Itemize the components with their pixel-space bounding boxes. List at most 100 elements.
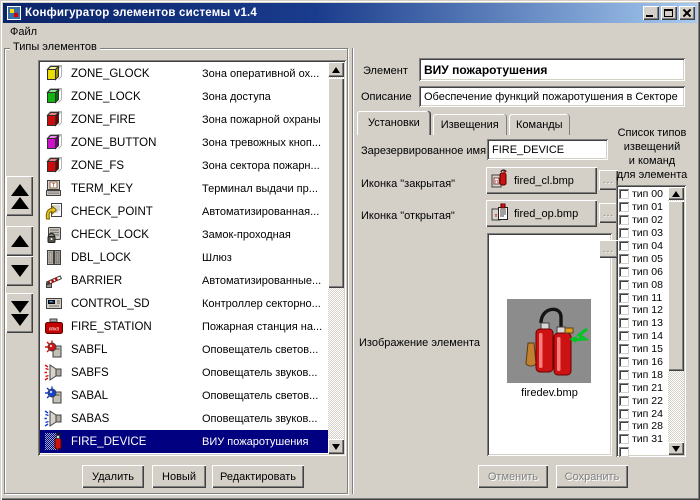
type-item-9[interactable]: тип 12: [619, 304, 668, 317]
element-name-field[interactable]: ВИУ пожаротушения: [419, 58, 685, 81]
window-title: Конфигуратор элементов системы v1.4: [25, 7, 258, 19]
description-field[interactable]: Обеспечение функций пожаротушения в Сект…: [419, 86, 685, 107]
list-item-sabfl[interactable]: SABFL Оповещатель светов...: [40, 338, 328, 361]
list-item-zone_fire[interactable]: ZONE_FIRE Зона пожарной охраны: [40, 108, 328, 131]
checkbox-icon[interactable]: [619, 331, 629, 342]
scroll-up-button[interactable]: [328, 62, 344, 77]
scroll-down-button[interactable]: [328, 439, 344, 454]
checkbox-icon[interactable]: [619, 408, 629, 419]
checkbox-icon[interactable]: [619, 228, 629, 239]
type-item-14[interactable]: тип 18: [619, 368, 668, 381]
list-item-check_point[interactable]: CHECK_POINT Автоматизированная...: [40, 200, 328, 223]
checkbox-icon[interactable]: [619, 447, 629, 457]
scrollbar-thumb[interactable]: [328, 78, 344, 288]
icon-closed-field[interactable]: п fired_cl.bmp: [486, 167, 597, 194]
list-item-control_sd[interactable]: CONTROL_SD Контроллер секторно...: [40, 292, 328, 315]
checkbox-icon[interactable]: [619, 382, 629, 393]
list-item-zone_fs[interactable]: ZONE_FS Зона сектора пожарн...: [40, 154, 328, 177]
list-item-sabfs[interactable]: SABFS Оповещатель звуков...: [40, 361, 328, 384]
types-scroll-down-button[interactable]: [668, 442, 684, 455]
icon-open-filename: fired_op.bmp: [514, 207, 579, 220]
menu-item-file[interactable]: Файл: [3, 24, 44, 40]
type-item-16[interactable]: тип 22: [619, 394, 668, 407]
checkbox-icon[interactable]: [619, 215, 629, 226]
element-type-list: ZONE_GLOCK Зона оперативной ох... ZONE_LO…: [38, 60, 346, 456]
up-arrow-icon: [10, 235, 29, 247]
type-item-12[interactable]: тип 15: [619, 343, 668, 356]
edit-button[interactable]: Редактировать: [212, 465, 304, 488]
type-item-3[interactable]: тип 03: [619, 227, 668, 240]
maximize-button[interactable]: [661, 6, 677, 20]
list-item-check_lock[interactable]: CHECK_LOCK Замок-проходная: [40, 223, 328, 246]
types-scrollbar[interactable]: [668, 187, 684, 455]
list-item-fire_station[interactable]: япкп FIRE_STATION Пожарная станция на...: [40, 315, 328, 338]
list-item-fire_device[interactable]: FIRE_DEVICE ВИУ пожаротушения: [40, 430, 328, 453]
type-item-19[interactable]: тип 31: [619, 433, 668, 446]
type-item-7[interactable]: тип 08: [619, 278, 668, 291]
checkbox-icon[interactable]: [619, 279, 629, 290]
delete-button[interactable]: Удалить: [82, 465, 144, 488]
type-item-label: тип 22: [632, 394, 663, 407]
move-down-button[interactable]: [6, 256, 33, 286]
element-type-name: ZONE_GLOCK: [71, 67, 150, 80]
checkbox-icon[interactable]: [619, 369, 629, 380]
close-button[interactable]: [679, 6, 695, 20]
types-scrollbar-thumb[interactable]: [668, 201, 684, 371]
type-item-label: тип 31: [632, 433, 663, 446]
tab-settings[interactable]: Установки: [357, 111, 431, 135]
type-item-2[interactable]: тип 02: [619, 214, 668, 227]
type-item-0[interactable]: тип 00: [619, 188, 668, 201]
save-button[interactable]: Сохранить: [556, 465, 628, 488]
checkbox-icon[interactable]: [619, 202, 629, 213]
list-item-sabas[interactable]: SABAS Оповещатель звуков...: [40, 407, 328, 430]
type-item-17[interactable]: тип 24: [619, 407, 668, 420]
type-item-10[interactable]: тип 13: [619, 317, 668, 330]
type-item-1[interactable]: тип 01: [619, 201, 668, 214]
type-item-15[interactable]: тип 21: [619, 381, 668, 394]
checkbox-icon[interactable]: [619, 189, 629, 200]
checkbox-icon[interactable]: [619, 292, 629, 303]
cancel-button[interactable]: Отменить: [478, 465, 548, 488]
list-item-sabal[interactable]: SABAL Оповещатель светов...: [40, 384, 328, 407]
lamp-blue-icon: [43, 386, 64, 406]
list-item-term_key[interactable]: T TERM_KEY Терминал выдачи пр...: [40, 177, 328, 200]
type-item-4[interactable]: тип 04: [619, 240, 668, 253]
icon-open-field[interactable]: п fired_op.bmp: [486, 200, 597, 227]
list-item-zone_lock[interactable]: ZONE_LOCK Зона доступа: [40, 85, 328, 108]
list-item-barrier[interactable]: BARRIER Автоматизированные...: [40, 269, 328, 292]
minimize-icon: [646, 15, 653, 17]
checkbox-icon[interactable]: [619, 434, 629, 445]
browse-image-button[interactable]: ...: [599, 240, 618, 258]
move-up-button[interactable]: [6, 226, 33, 256]
element-type-name: SABFL: [71, 343, 108, 356]
type-item-11[interactable]: тип 14: [619, 330, 668, 343]
tab-notifications[interactable]: Извещения: [432, 114, 507, 135]
type-item-8[interactable]: тип 11: [619, 291, 668, 304]
type-item-18[interactable]: тип 28: [619, 420, 668, 433]
move-bottom-button[interactable]: [6, 293, 33, 333]
list-item-zone_button[interactable]: ZONE_BUTTON Зона тревожных кноп...: [40, 131, 328, 154]
list-item-zone_glock[interactable]: ZONE_GLOCK Зона оперативной ох...: [40, 62, 328, 85]
checkbox-icon[interactable]: [619, 357, 629, 368]
type-item-5[interactable]: тип 05: [619, 252, 668, 265]
fire-extinguisher-image: [507, 299, 591, 383]
list-item-dbl_lock[interactable]: DBL_LOCK Шлюз: [40, 246, 328, 269]
reserved-name-field[interactable]: FIRE_DEVICE: [487, 139, 608, 160]
type-item-partial[interactable]: [619, 446, 668, 457]
checkbox-icon[interactable]: [619, 318, 629, 329]
checkbox-icon[interactable]: [619, 253, 629, 264]
checkbox-icon[interactable]: [619, 241, 629, 251]
checkbox-icon[interactable]: [619, 421, 629, 432]
checkbox-icon[interactable]: [619, 305, 629, 316]
types-scroll-up-button[interactable]: [668, 187, 684, 200]
new-button[interactable]: Новый: [152, 465, 206, 488]
tab-commands[interactable]: Команды: [508, 114, 570, 135]
list-scrollbar[interactable]: [328, 62, 344, 454]
move-top-button[interactable]: [6, 176, 33, 216]
checkbox-icon[interactable]: [619, 344, 629, 355]
checkbox-icon[interactable]: [619, 266, 629, 277]
type-item-13[interactable]: тип 16: [619, 356, 668, 369]
minimize-button[interactable]: [643, 6, 659, 20]
checkbox-icon[interactable]: [619, 395, 629, 406]
type-item-6[interactable]: тип 06: [619, 265, 668, 278]
